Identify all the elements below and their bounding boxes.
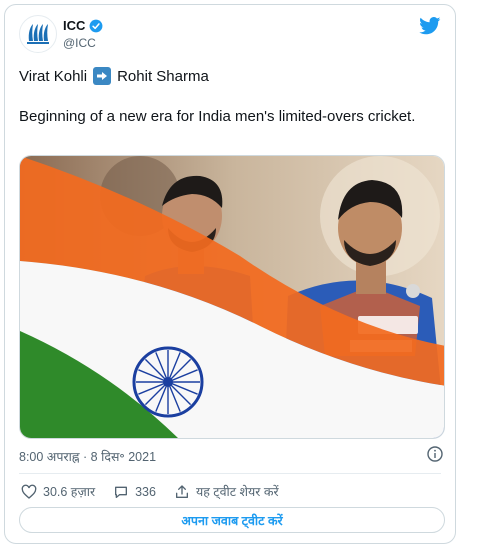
tweet-body: Beginning of a new era for India men's l… (19, 108, 416, 125)
tweet-line-1: Virat Kohli Rohit Sharma (19, 67, 209, 85)
player-name-right: Rohit Sharma (117, 67, 209, 85)
divider (19, 473, 441, 474)
heart-icon (21, 484, 37, 499)
author-handle[interactable]: @ICC (63, 36, 96, 50)
action-bar: 30.6 हज़ार 336 यह ट्वीट शेयर करें (21, 483, 297, 500)
player-name-left: Virat Kohli (19, 67, 88, 85)
photo-illustration (20, 156, 444, 438)
twitter-bird-icon[interactable] (419, 17, 441, 35)
verified-badge-icon (89, 19, 103, 32)
info-icon[interactable] (427, 446, 443, 462)
right-arrow-emoji-icon (93, 67, 112, 85)
reply-bubble-icon (115, 486, 128, 498)
like-count: 30.6 हज़ार (43, 485, 96, 499)
icc-logo-icon (27, 24, 49, 44)
reply-tweet-button[interactable]: अपना जवाब ट्वीट करें (19, 507, 445, 533)
share-label: यह ट्वीट शेयर करें (195, 485, 279, 499)
reply-button[interactable]: 336 (113, 484, 156, 500)
share-icon (175, 484, 188, 498)
author-row[interactable]: ICC (63, 18, 103, 33)
reply-tweet-label: अपना जवाब ट्वीट करें (181, 513, 283, 528)
tweet-timestamp[interactable]: 8:00 अपराह्न · 8 दिस॰ 2021 (19, 448, 156, 465)
author-name[interactable]: ICC (63, 18, 85, 33)
reply-count: 336 (135, 484, 156, 499)
icc-avatar[interactable] (19, 15, 57, 53)
tweet-photo[interactable] (19, 155, 445, 439)
tweet-card: ICC @ICC Virat Kohli Rohit Sharma Beginn… (4, 4, 456, 544)
like-button[interactable]: 30.6 हज़ार (21, 483, 95, 500)
share-button[interactable]: यह ट्वीट शेयर करें (174, 483, 279, 500)
